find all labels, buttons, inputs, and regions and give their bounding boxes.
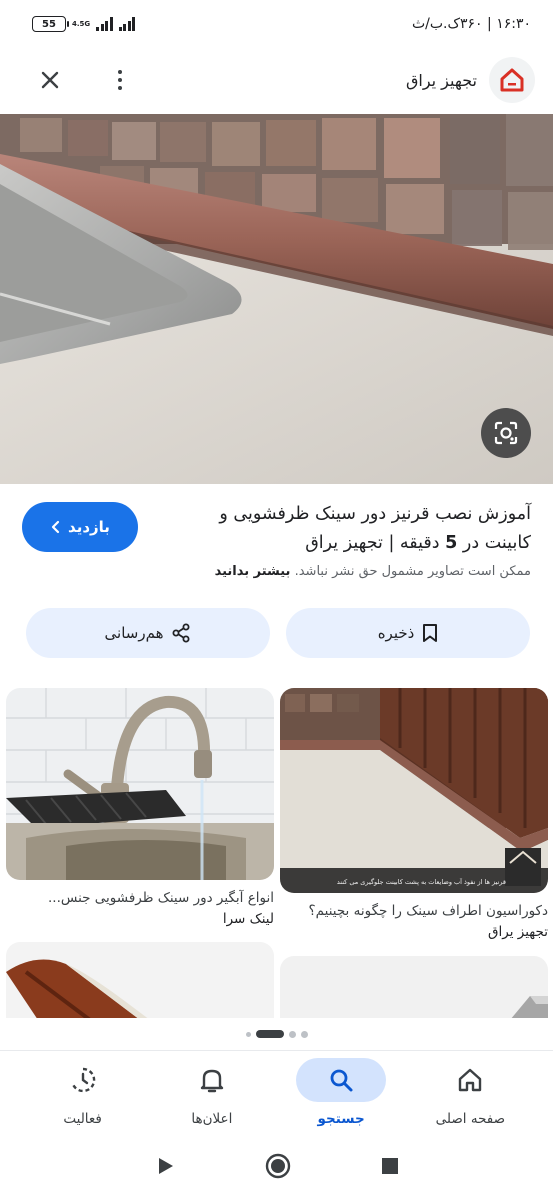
pager-dot (245, 1031, 251, 1037)
system-navigation (0, 1136, 553, 1200)
pager-dot (288, 1030, 296, 1038)
related-card[interactable]: قرنیز ها از نفوذ آب وضایعات به پشت کابین… (280, 688, 548, 943)
close-icon (41, 71, 59, 89)
save-label: ذخیره (377, 624, 415, 642)
share-icon (172, 623, 190, 643)
nav-label: اعلان‌ها (191, 1111, 233, 1127)
wood-trim-photo (6, 942, 274, 1018)
google-lens-icon (494, 421, 518, 445)
copyright-text: ممکن است تصاویر مشمول حق نشر نباشد. (294, 564, 531, 579)
title-text-end: دقیقه | تجهیز یراق (305, 533, 446, 553)
pager-dot (300, 1030, 308, 1038)
nav-label: صفحه اصلی (435, 1111, 506, 1127)
battery-level: 55 (42, 18, 56, 30)
related-source[interactable]: تجهیز یراق (280, 921, 548, 943)
related-caption[interactable]: انواع آبگیر دور سینک ظرفشویی جنس... (6, 888, 274, 908)
share-label: هم‌رسانی (104, 624, 164, 642)
bell-icon (167, 1058, 257, 1102)
nav-notifications[interactable]: اعلان‌ها (157, 1058, 267, 1127)
share-button[interactable]: هم‌رسانی (26, 608, 270, 658)
home-icon (425, 1058, 515, 1102)
home-system-button[interactable] (264, 1152, 292, 1184)
close-button[interactable] (34, 64, 66, 96)
signal-icon-2 (118, 17, 136, 31)
back-triangle-icon (158, 1158, 173, 1174)
bottom-navigation: فعالیت اعلان‌ها جستجو صفحه اصلی (0, 1050, 553, 1134)
search-icon (296, 1058, 387, 1102)
related-image[interactable] (6, 688, 274, 880)
status-icons: 55 4.5G (32, 16, 136, 32)
nav-activity[interactable]: فعالیت (28, 1058, 138, 1127)
related-image-overlay-text: قرنیز ها از نفوذ آب وضایعات به پشت کابین… (336, 878, 506, 886)
visit-button[interactable]: بازدید (22, 502, 138, 552)
google-lens-button[interactable] (481, 408, 531, 458)
home-circle-icon (265, 1153, 290, 1179)
related-images-grid: قرنیز ها از نفوذ آب وضایعات به پشت کابین… (6, 688, 548, 1018)
main-image[interactable] (0, 114, 553, 484)
battery-icon: 55 (32, 16, 69, 32)
pager-dots (0, 1030, 553, 1038)
kitchen-corner-photo (280, 688, 548, 893)
action-buttons: هم‌رسانی ذخیره (26, 608, 530, 658)
save-button[interactable]: ذخیره (286, 608, 530, 658)
chevron-left-icon (51, 520, 60, 534)
network-type: 4.5G (72, 20, 91, 28)
result-title[interactable]: آموزش نصب قرنیز دور سینک ظرفشویی و کابین… (179, 500, 531, 558)
related-image-partial[interactable] (6, 942, 274, 1018)
copyright-notice: ممکن است تصاویر مشمول حق نشر نباشد. بیشت… (22, 564, 531, 579)
sink-countertop-photo (0, 114, 553, 484)
result-info: بازدید آموزش نصب قرنیز دور سینک ظرفشویی … (0, 500, 553, 579)
status-time: ۱۶:۳۰ | ۳۶۰ک.ب/ث (411, 16, 531, 32)
visit-label: بازدید (68, 518, 110, 536)
learn-more-link[interactable]: بیشتر بدانید (215, 564, 291, 579)
status-bar: 55 4.5G ۱۶:۳۰ | ۳۶۰ک.ب/ث (0, 0, 553, 48)
nav-home[interactable]: صفحه اصلی (415, 1058, 525, 1127)
nav-label: فعالیت (63, 1111, 102, 1127)
faucet-photo (6, 688, 274, 880)
site-logo-icon (500, 68, 524, 92)
more-options-button[interactable] (110, 64, 130, 96)
site-logo[interactable] (489, 57, 535, 103)
top-app-bar: تجهیز یراق (0, 48, 553, 112)
related-image[interactable]: قرنیز ها از نفوذ آب وضایعات به پشت کابین… (280, 688, 548, 893)
history-icon (38, 1058, 128, 1102)
pager-dot-active (255, 1030, 284, 1038)
related-source[interactable]: لینک سرا (6, 908, 274, 930)
title-number: 5 (445, 533, 458, 553)
signal-icon (96, 17, 113, 31)
site-name[interactable]: تجهیز یراق (406, 71, 477, 90)
bookmark-icon (423, 624, 438, 642)
back-button[interactable] (155, 1156, 175, 1180)
recents-square-icon (381, 1158, 398, 1174)
related-caption[interactable]: دکوراسیون اطراف سینک را چگونه بچینیم؟ (280, 901, 548, 921)
metal-trim-photo (280, 956, 548, 1018)
nav-label: جستجو (317, 1111, 365, 1127)
recents-button[interactable] (381, 1157, 399, 1179)
nav-search[interactable]: جستجو (286, 1058, 396, 1127)
related-image-partial[interactable] (280, 956, 548, 1018)
related-card[interactable]: انواع آبگیر دور سینک ظرفشویی جنس... لینک… (6, 688, 274, 930)
